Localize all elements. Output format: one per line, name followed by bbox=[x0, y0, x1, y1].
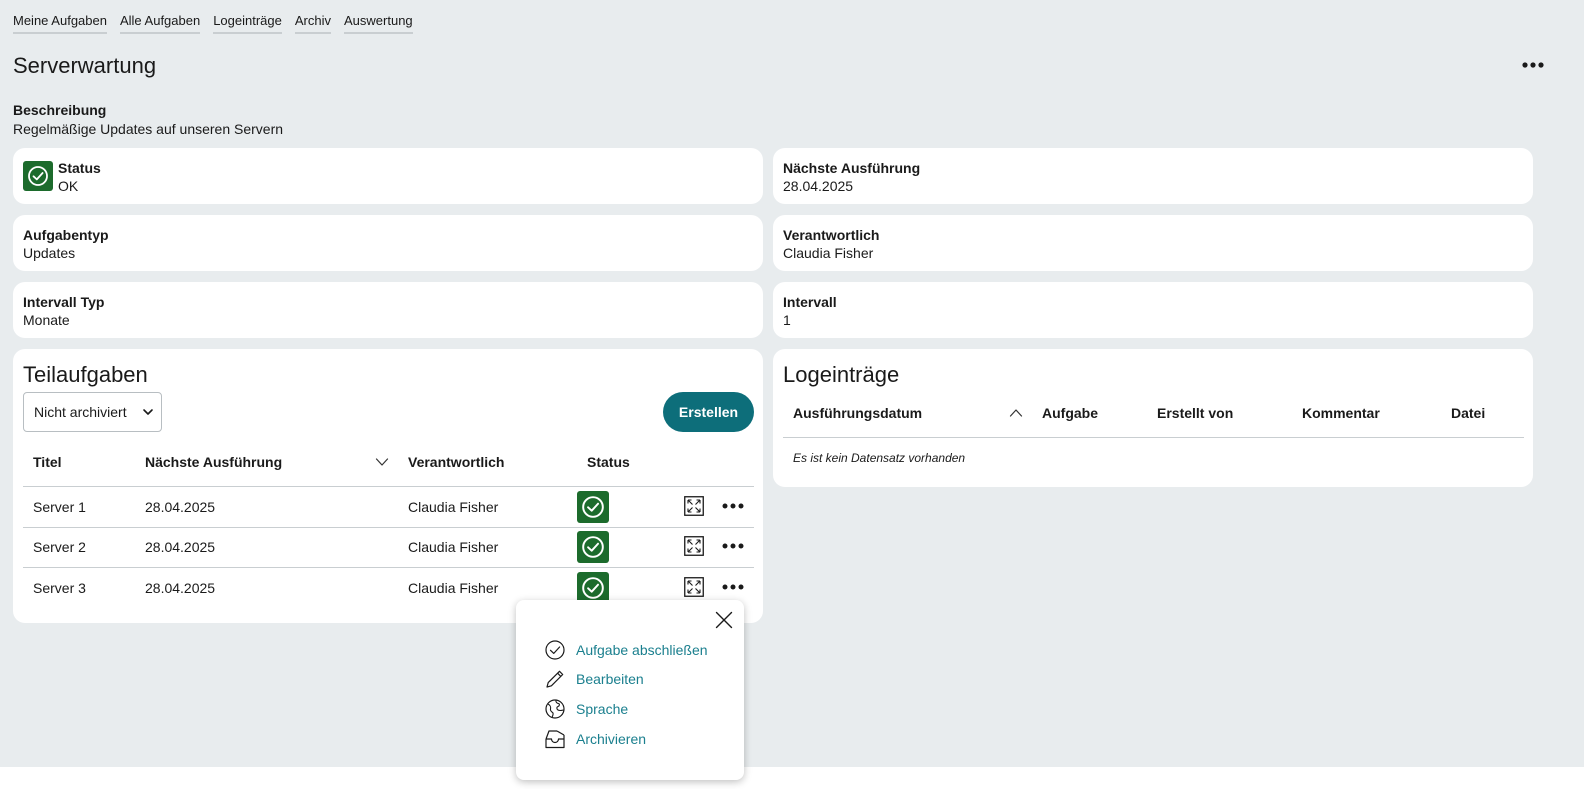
row3-expand-icon[interactable] bbox=[684, 577, 704, 597]
row2-responsible: Claudia Fisher bbox=[408, 539, 499, 555]
interval-value: 1 bbox=[783, 312, 791, 328]
row2-status-badge[interactable] bbox=[577, 531, 609, 563]
row2-title: Server 2 bbox=[33, 539, 86, 555]
row-context-menu: Aufgabe abschließen Bearbeiten Sprache A… bbox=[516, 600, 744, 780]
row2-expand-icon[interactable] bbox=[684, 536, 704, 556]
pencil-icon bbox=[546, 670, 564, 688]
log-column-execution-date[interactable]: Ausführungsdatum bbox=[793, 405, 922, 421]
row3-more-options-icon[interactable] bbox=[722, 580, 744, 594]
next-run-value: 28.04.2025 bbox=[783, 178, 854, 194]
nav-all-tasks[interactable]: Alle Aufgaben bbox=[119, 13, 201, 34]
archive-filter-select[interactable]: Nicht archiviert bbox=[23, 392, 162, 432]
log-column-created-by[interactable]: Erstellt von bbox=[1157, 405, 1233, 421]
sort-descending-icon[interactable] bbox=[375, 456, 389, 468]
log-entries-title: Logeinträge bbox=[783, 362, 900, 387]
archive-filter-value: Nicht archiviert bbox=[34, 404, 127, 420]
interval-label: Intervall bbox=[783, 294, 837, 310]
log-entries-card: Logeinträge Ausführungsdatum Aufgabe Ers… bbox=[773, 349, 1533, 487]
nav-evaluation[interactable]: Auswertung bbox=[344, 13, 413, 34]
menu-item-language[interactable]: Sprache bbox=[544, 698, 628, 720]
row3-title: Server 3 bbox=[33, 580, 86, 596]
menu-item-language-label: Sprache bbox=[576, 701, 629, 717]
row2-next-run: 28.04.2025 bbox=[145, 539, 216, 555]
menu-item-complete-task-label: Aufgabe abschließen bbox=[576, 642, 708, 658]
check-circle-icon bbox=[28, 166, 48, 186]
next-run-label: Nächste Ausführung bbox=[783, 160, 921, 176]
log-column-task[interactable]: Aufgabe bbox=[1042, 405, 1098, 421]
status-ok-badge bbox=[23, 161, 53, 191]
description-label: Beschreibung bbox=[13, 102, 107, 118]
column-header-status[interactable]: Status bbox=[587, 454, 630, 470]
responsible-value: Claudia Fisher bbox=[783, 245, 874, 261]
row1-next-run: 28.04.2025 bbox=[145, 499, 216, 515]
task-type-card: Aufgabentyp Updates bbox=[13, 215, 763, 271]
nav-my-tasks[interactable]: Meine Aufgaben bbox=[13, 13, 107, 34]
archive-icon bbox=[545, 730, 565, 749]
row1-title: Server 1 bbox=[33, 499, 86, 515]
top-navigation: Meine Aufgaben Alle Aufgaben Logeinträge… bbox=[13, 13, 413, 34]
menu-item-archive[interactable]: Archivieren bbox=[544, 728, 646, 750]
menu-item-edit-label: Bearbeiten bbox=[576, 671, 644, 687]
sort-ascending-icon[interactable] bbox=[1009, 407, 1023, 419]
row1-responsible: Claudia Fisher bbox=[408, 499, 499, 515]
column-header-title[interactable]: Titel bbox=[33, 454, 62, 470]
status-value: OK bbox=[58, 178, 79, 194]
status-label: Status bbox=[58, 160, 101, 176]
interval-type-value: Monate bbox=[23, 312, 70, 328]
interval-type-label: Intervall Typ bbox=[23, 294, 105, 310]
check-circle-icon bbox=[582, 577, 604, 599]
page-title: Serverwartung bbox=[13, 53, 157, 78]
nav-log-entries[interactable]: Logeinträge bbox=[213, 13, 282, 34]
check-circle-icon bbox=[582, 536, 604, 558]
column-header-next-run[interactable]: Nächste Ausführung bbox=[145, 454, 282, 470]
menu-item-complete-task[interactable]: Aufgabe abschließen bbox=[544, 639, 708, 661]
create-subtask-button[interactable]: Erstellen bbox=[663, 392, 754, 432]
description-value: Regelmäßige Updates auf unseren Servern bbox=[13, 121, 284, 137]
close-icon[interactable] bbox=[715, 611, 733, 629]
check-circle-icon bbox=[582, 496, 604, 518]
row1-expand-icon[interactable] bbox=[684, 496, 704, 516]
subtasks-card: Teilaufgaben Nicht archiviert Erstellen … bbox=[13, 349, 763, 623]
menu-item-archive-label: Archivieren bbox=[576, 731, 647, 747]
task-type-label: Aufgabentyp bbox=[23, 227, 109, 243]
row3-responsible: Claudia Fisher bbox=[408, 580, 499, 596]
row-divider bbox=[23, 567, 754, 568]
interval-card: Intervall 1 bbox=[773, 282, 1533, 338]
subtasks-title: Teilaufgaben bbox=[23, 362, 148, 387]
page-more-options-icon[interactable] bbox=[1522, 56, 1544, 79]
check-circle-icon bbox=[545, 640, 565, 660]
row2-more-options-icon[interactable] bbox=[722, 539, 744, 553]
interval-type-card: Intervall Typ Monate bbox=[13, 282, 763, 338]
log-column-comment[interactable]: Kommentar bbox=[1302, 405, 1380, 421]
responsible-label: Verantwortlich bbox=[783, 227, 880, 243]
row-divider bbox=[23, 527, 754, 528]
row1-more-options-icon[interactable] bbox=[722, 499, 744, 513]
menu-item-edit[interactable]: Bearbeiten bbox=[544, 668, 644, 690]
responsible-card: Verantwortlich Claudia Fisher bbox=[773, 215, 1533, 271]
task-type-value: Updates bbox=[23, 245, 76, 261]
chevron-down-icon bbox=[143, 409, 153, 415]
table-header-divider bbox=[23, 486, 754, 487]
row3-next-run: 28.04.2025 bbox=[145, 580, 216, 596]
nav-archive[interactable]: Archiv bbox=[294, 13, 331, 34]
row1-status-badge[interactable] bbox=[577, 491, 609, 523]
next-run-card: Nächste Ausführung 28.04.2025 bbox=[773, 148, 1533, 204]
log-empty-message: Es ist kein Datensatz vorhanden bbox=[793, 451, 966, 465]
page-background: Meine Aufgaben Alle Aufgaben Logeinträge… bbox=[0, 0, 1584, 780]
status-card: Status OK bbox=[13, 148, 763, 204]
log-header-divider bbox=[783, 437, 1524, 438]
log-column-file[interactable]: Datei bbox=[1451, 405, 1485, 421]
globe-icon bbox=[545, 699, 565, 719]
column-header-responsible[interactable]: Verantwortlich bbox=[408, 454, 504, 470]
